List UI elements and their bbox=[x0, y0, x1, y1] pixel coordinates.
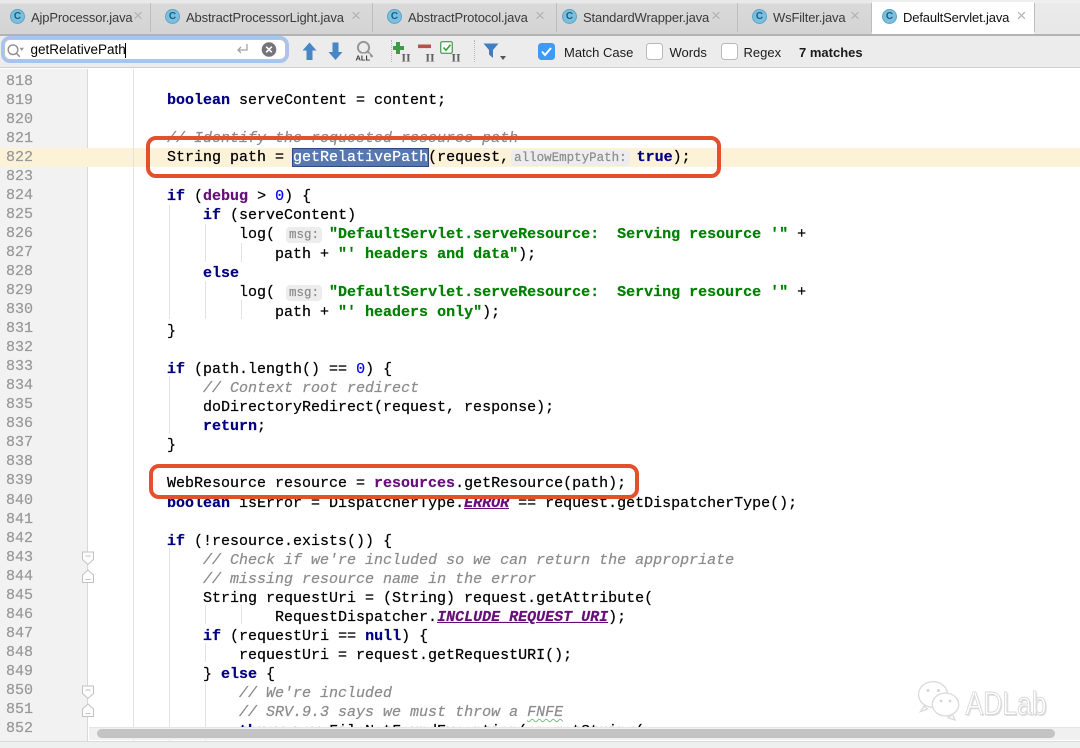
svg-text:II: II bbox=[425, 51, 435, 64]
svg-text:II: II bbox=[401, 51, 411, 64]
svg-text:ALL: ALL bbox=[356, 54, 371, 63]
svg-text:ADLab: ADLab bbox=[966, 686, 1047, 722]
svg-text:II: II bbox=[451, 51, 461, 64]
